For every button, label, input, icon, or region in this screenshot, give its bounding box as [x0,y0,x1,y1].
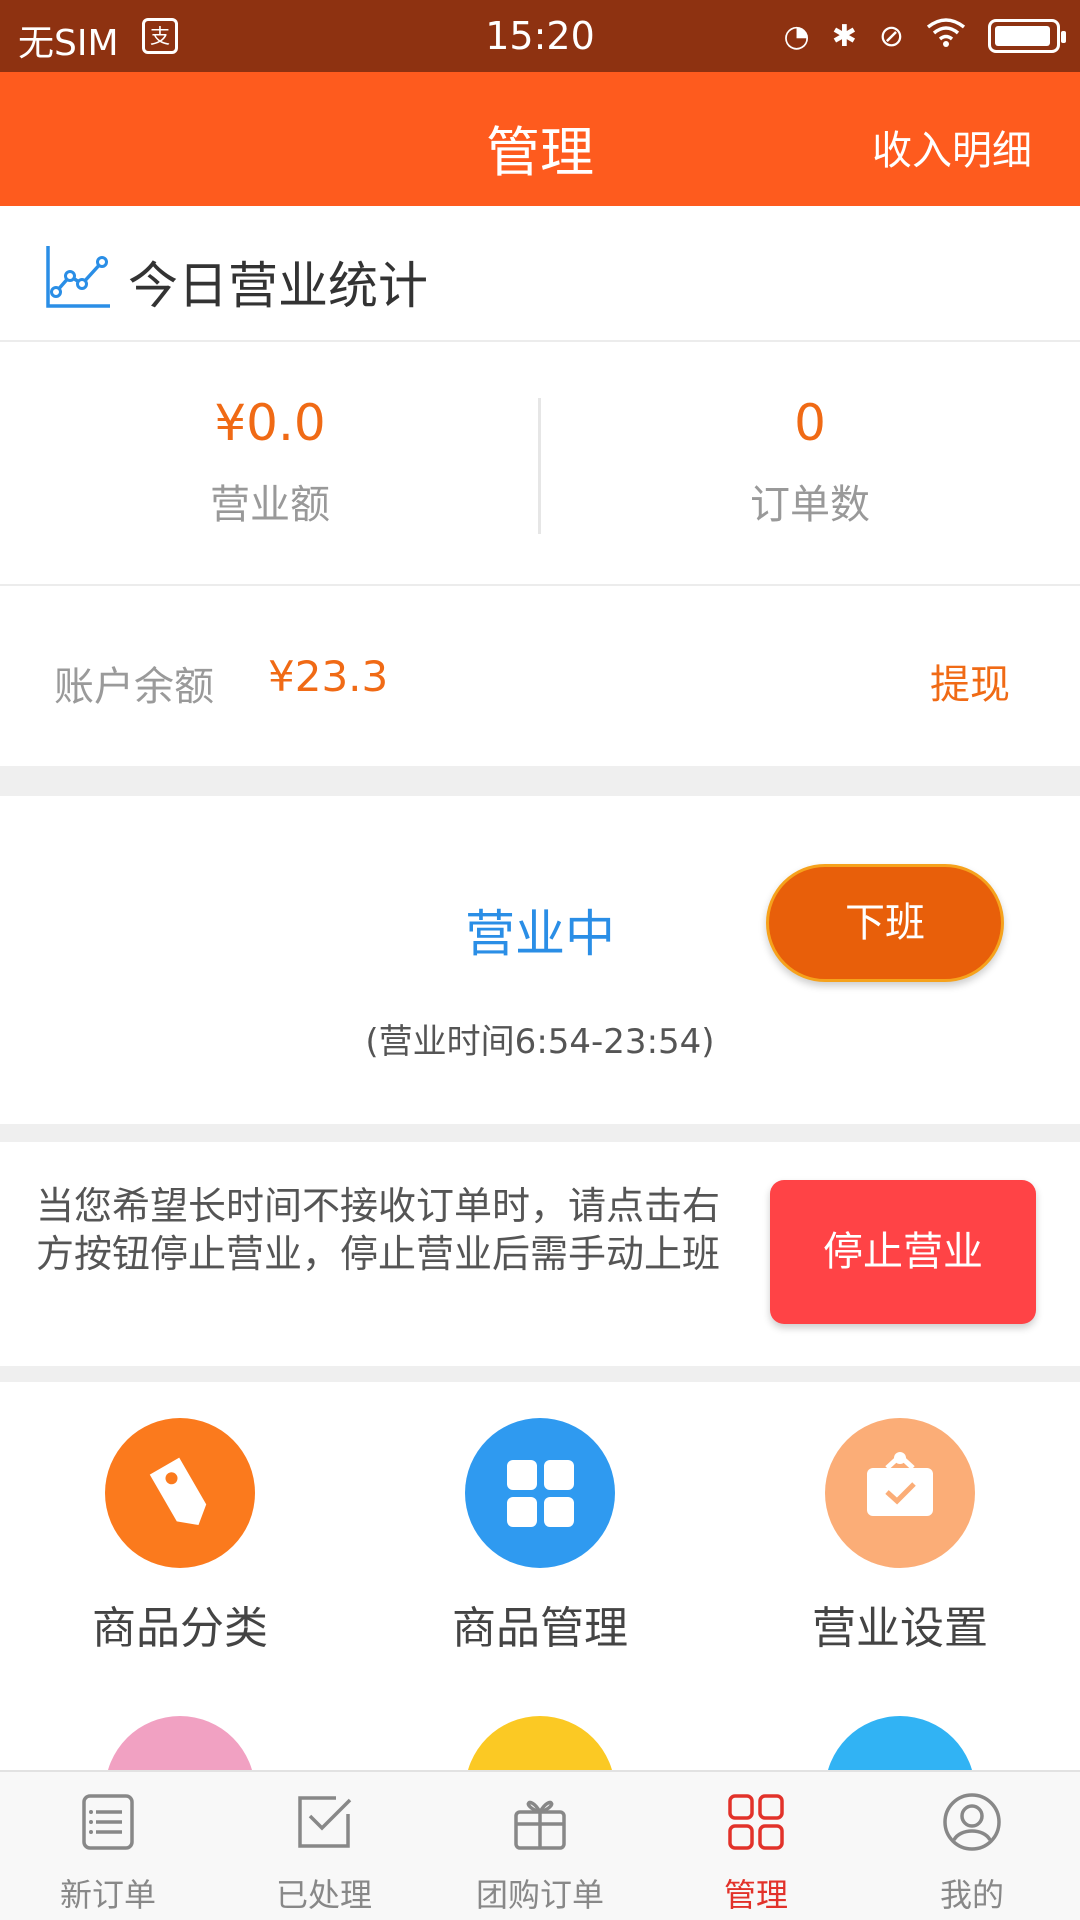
user-icon [943,1793,1001,1851]
nav-label: 团购订单 [475,1876,604,1914]
income-detail-link[interactable]: 收入明细 [872,118,1032,176]
partial-tile-icon [105,1716,255,1770]
stop-description: 当您希望长时间不接收订单时，请点击右方按钮停止营业，停止营业后需手动上班 [36,1184,721,1276]
battery-icon [988,19,1066,53]
battery-fill [995,26,1051,46]
business-hours: (营业时间6:54-23:54) [365,1022,715,1062]
section-divider [0,1366,1080,1382]
processed-icon [298,1796,352,1848]
revenue-stat: ¥0.0 营业额 [0,394,540,530]
grid-icon [465,1418,615,1568]
partial-tile[interactable] [360,1716,720,1770]
shop-bag-icon [825,1418,975,1568]
line-chart-icon [46,246,110,308]
sync-icon: ◔ [783,18,810,54]
stop-business-section: 当您希望长时间不接收订单时，请点击右方按钮停止营业，停止营业后需手动上班 停止营… [0,1142,1080,1366]
partial-tile-icon [465,1716,615,1770]
partial-tile[interactable] [0,1716,360,1770]
mute-icon: ⊘ [878,18,904,54]
balance-label: 账户余额 [54,664,214,710]
orders-stat: 0 订单数 [540,394,1080,530]
off-duty-button[interactable]: 下班 [766,864,1004,982]
order-list-icon [82,1794,134,1850]
bluetooth-icon: ✱ [831,18,857,54]
orders-value: 0 [794,394,826,452]
category-tile[interactable]: 商品分类 [0,1418,360,1656]
wifi-icon [926,17,966,55]
stats-panel: ¥0.0 营业额 0 订单数 [0,342,1080,586]
business-settings-label: 营业设置 [812,1603,988,1654]
nav-label: 我的 [939,1876,1004,1914]
revenue-label: 营业额 [210,482,330,528]
nav-manage[interactable]: 管理 [648,1772,864,1920]
today-stats-title: 今日营业统计 [128,257,428,315]
bottom-nav: 新订单 已处理 团购订单 管理 我的 [0,1770,1080,1920]
nav-processed[interactable]: 已处理 [216,1772,432,1920]
today-stats-header: 今日营业统计 [0,206,1080,342]
balance-row: 账户余额 ¥23.3 提现 [0,588,1080,766]
tag-icon [105,1418,255,1568]
business-status-section: 营业中 下班 (营业时间6:54-23:54) [0,796,1080,1124]
product-manage-label: 商品管理 [452,1603,628,1654]
gift-icon [514,1800,566,1850]
nav-label: 管理 [723,1876,788,1914]
manage-grid-icon [728,1794,784,1850]
category-label: 商品分类 [92,1603,268,1654]
status-icons: ◔ ✱ ⊘ [783,14,1066,58]
function-grid: 商品分类 商品管理 营业设置 [0,1382,1080,1770]
product-manage-tile[interactable]: 商品管理 [360,1418,720,1656]
nav-new-orders[interactable]: 新订单 [0,1772,216,1920]
nav-group-orders[interactable]: 团购订单 [432,1772,648,1920]
status-bar: 无SIM 支 15:20 ◔ ✱ ⊘ [0,0,1080,72]
balance-amount: ¥23.3 [268,652,389,701]
nav-label: 已处理 [275,1876,372,1914]
orders-label: 订单数 [750,482,870,528]
partial-tile[interactable] [720,1716,1080,1770]
nav-mine[interactable]: 我的 [864,1772,1080,1920]
app-header: 管理 收入明细 [0,72,1080,206]
partial-tile-icon [825,1716,975,1770]
nav-label: 新订单 [59,1876,156,1914]
section-divider [0,1124,1080,1142]
stop-business-button[interactable]: 停止营业 [770,1180,1036,1324]
section-divider [0,766,1080,796]
revenue-value: ¥0.0 [214,394,326,452]
withdraw-link[interactable]: 提现 [930,652,1010,710]
business-settings-tile[interactable]: 营业设置 [720,1418,1080,1656]
